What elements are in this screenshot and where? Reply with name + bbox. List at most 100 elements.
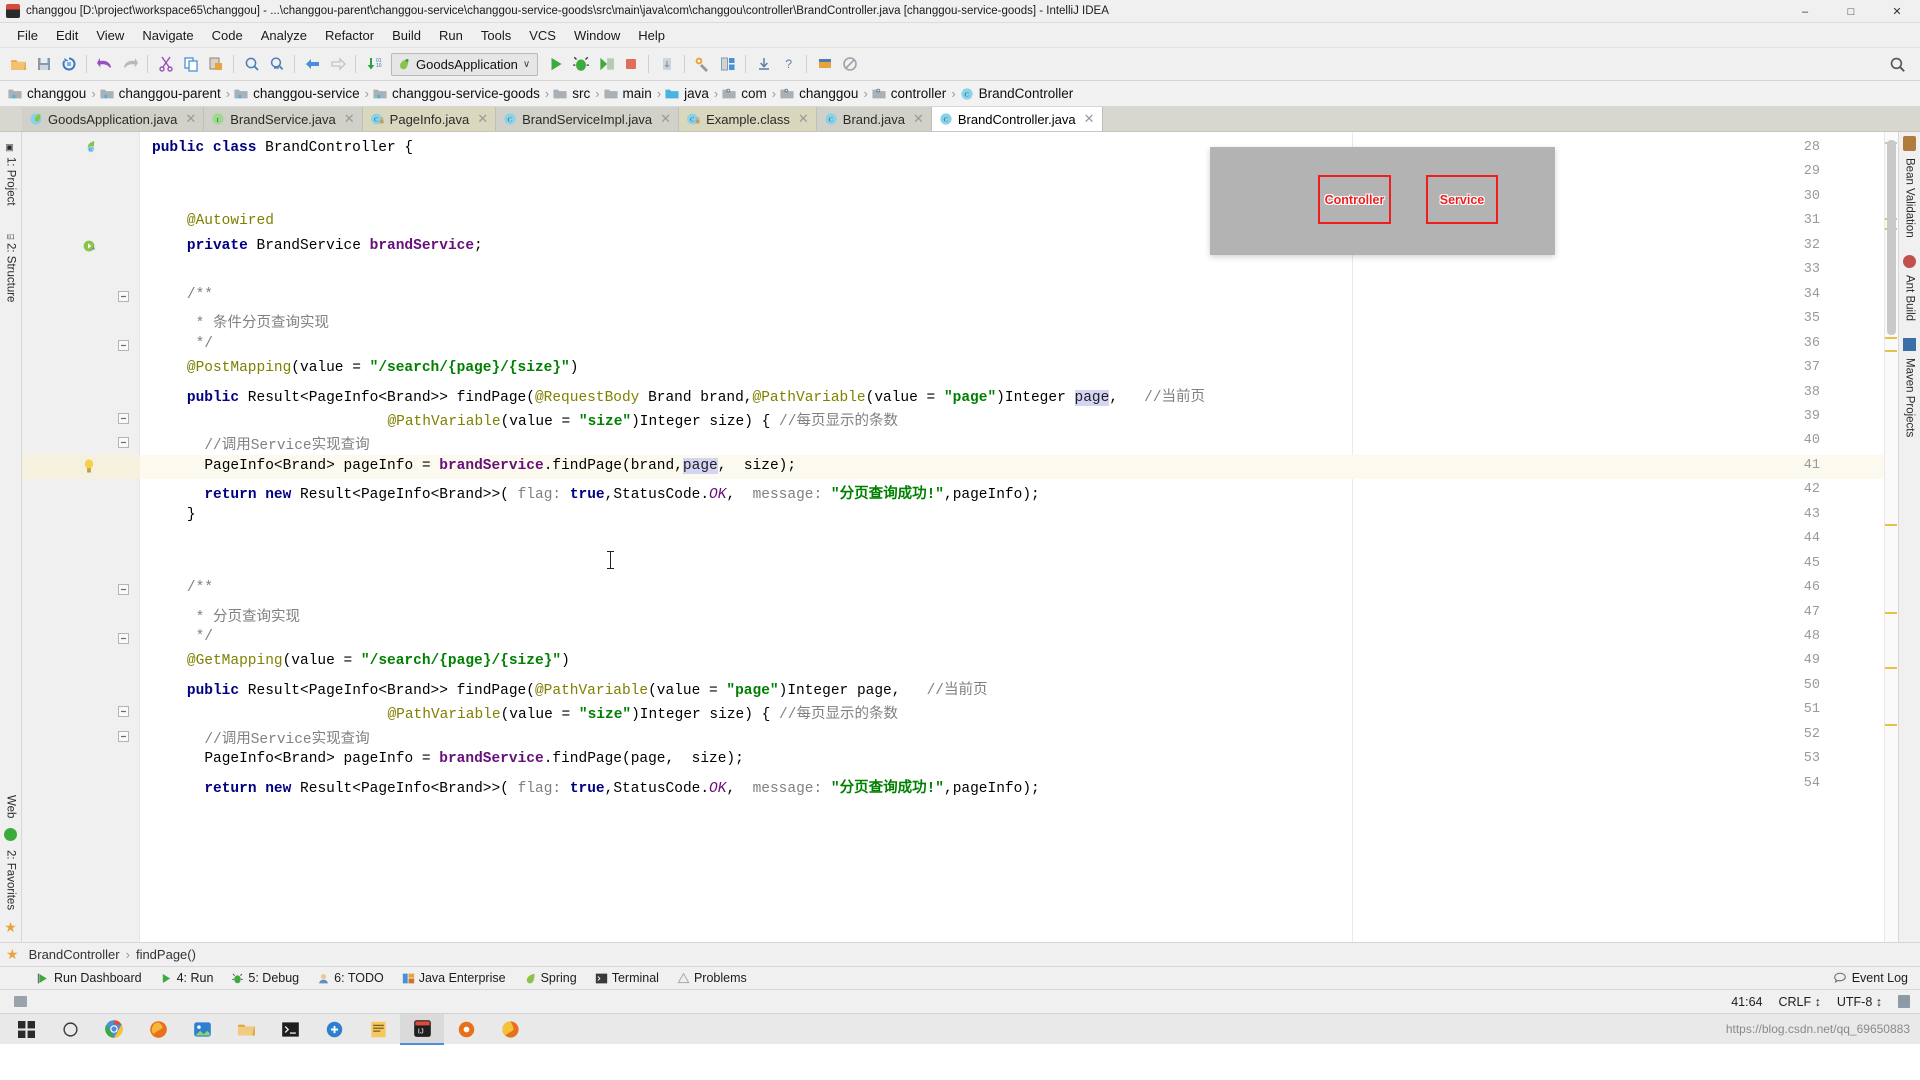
idea-icon[interactable]: IJ (400, 1013, 444, 1045)
nav-method[interactable]: findPage() (136, 947, 196, 962)
breadcrumb-item-main[interactable]: main (603, 86, 657, 101)
code-line[interactable]: return new Result<PageInfo<Brand>>( flag… (204, 776, 1039, 797)
back-icon[interactable] (300, 52, 325, 77)
close-icon[interactable]: ✕ (185, 111, 196, 127)
code-fold-toggle[interactable] (118, 339, 129, 351)
menu-item-view[interactable]: View (87, 25, 133, 46)
editor-tab-brandcontroller-java[interactable]: C BrandController.java ✕ (931, 107, 1103, 131)
toolwindow-button-java-enterprise[interactable]: Java Enterprise (393, 971, 515, 985)
terminal-icon[interactable] (268, 1014, 312, 1045)
code-line[interactable]: public Result<PageInfo<Brand>> findPage(… (187, 678, 988, 699)
editor-tab-brandserviceimpl-java[interactable]: C BrandServiceImpl.java ✕ (496, 107, 680, 131)
code-line[interactable]: */ (196, 336, 213, 352)
lock-icon[interactable] (14, 996, 27, 1007)
code-line[interactable]: * 分页查询实现 (196, 605, 300, 626)
code-line[interactable]: return new Result<PageInfo<Brand>>( flag… (204, 482, 1039, 503)
search-icon[interactable] (1885, 52, 1910, 77)
close-icon[interactable]: ✕ (477, 111, 488, 127)
toolwindow-button-terminal[interactable]: Terminal (586, 971, 668, 985)
code-line[interactable]: /** (187, 287, 213, 303)
breadcrumb-item-changgou[interactable]: changgou (780, 86, 863, 101)
editor-vertical-scrollbar[interactable] (1887, 140, 1896, 335)
load-icon[interactable] (812, 52, 837, 77)
firefox-dev-icon[interactable] (136, 1014, 180, 1045)
run-icon[interactable] (543, 52, 568, 77)
close-icon[interactable]: ✕ (913, 111, 924, 127)
download-icon[interactable] (751, 52, 776, 77)
settings-icon[interactable] (690, 52, 715, 77)
sidebar-item-structure[interactable]: ⌸ 2: Structure (5, 229, 17, 308)
code-line[interactable]: PageInfo<Brand> pageInfo = brandService.… (204, 751, 744, 767)
debug-icon[interactable] (568, 52, 593, 77)
forward-icon[interactable] (325, 52, 350, 77)
menu-item-refactor[interactable]: Refactor (316, 25, 383, 46)
menu-item-code[interactable]: Code (203, 25, 252, 46)
stop-icon[interactable] (618, 52, 643, 77)
code-line[interactable]: @GetMapping(value = "/search/{page}/{siz… (187, 653, 570, 669)
breadcrumb-item-brandcontroller[interactable]: C BrandController (960, 86, 1079, 101)
breadcrumb-item-changgou-service-goods[interactable]: changgou-service-goods (373, 86, 545, 101)
find-icon[interactable] (239, 52, 264, 77)
code-line[interactable]: */ (196, 629, 213, 645)
close-icon[interactable]: ✕ (798, 111, 809, 127)
menu-item-build[interactable]: Build (383, 25, 430, 46)
menu-item-run[interactable]: Run (430, 25, 472, 46)
sync-icon[interactable] (56, 52, 81, 77)
editor-tab-brandservice-java[interactable]: I BrandService.java ✕ (204, 107, 363, 131)
no-entry-icon[interactable] (837, 52, 862, 77)
cut-icon[interactable] (153, 52, 178, 77)
help-icon[interactable]: ? (776, 52, 801, 77)
update-app-icon[interactable] (654, 52, 679, 77)
maximize-button[interactable]: □ (1828, 0, 1874, 23)
sidebar-item-bean-validation[interactable]: Bean Validation (1904, 153, 1916, 243)
sidebar-item-maven-projects[interactable]: Maven Projects (1904, 353, 1916, 442)
menu-item-tools[interactable]: Tools (472, 25, 520, 46)
toolwindow-button-run-dashboard[interactable]: Run Dashboard (28, 971, 151, 985)
sidebar-item-favorites[interactable]: 2: Favorites (5, 845, 17, 915)
menu-item-help[interactable]: Help (629, 25, 674, 46)
code-editor[interactable]: 28 Cpublic class BrandController {29 30 31 @… (22, 132, 1898, 942)
sidebar-item-ant-build[interactable]: Ant Build (1904, 270, 1916, 326)
save-all-icon[interactable] (31, 52, 56, 77)
toolwindow-button-4--run[interactable]: 4: Run (151, 971, 223, 985)
close-button[interactable]: ✕ (1874, 0, 1920, 23)
editor-tab-goodsapplication-java[interactable]: GoodsApplication.java ✕ (22, 107, 205, 131)
run-with-coverage-icon[interactable] (593, 52, 618, 77)
menu-item-edit[interactable]: Edit (47, 25, 87, 46)
code-line[interactable]: * 条件分页查询实现 (196, 311, 329, 332)
replace-icon[interactable] (264, 52, 289, 77)
explorer-icon[interactable] (224, 1014, 268, 1045)
editor-tab-pageinfo-java[interactable]: C PageInfo.java ✕ (362, 107, 497, 131)
breadcrumb-item-changgou-service[interactable]: changgou-service (234, 86, 365, 101)
close-icon[interactable]: ✕ (344, 111, 355, 127)
menu-item-navigate[interactable]: Navigate (133, 25, 202, 46)
cortana-search-icon[interactable] (48, 1014, 92, 1045)
sidebar-item-project[interactable]: ▣ 1: Project (5, 138, 17, 211)
code-line[interactable]: /** (187, 580, 213, 596)
implemented-icon[interactable] (82, 238, 98, 257)
project-structure-icon[interactable] (715, 52, 740, 77)
code-line[interactable]: @Autowired (187, 213, 274, 229)
code-line[interactable]: @PathVariable(value = "size")Integer siz… (387, 409, 898, 430)
undo-icon[interactable] (92, 52, 117, 77)
event-log-entry[interactable]: Event Log (1833, 971, 1908, 985)
xmind-icon[interactable] (444, 1014, 488, 1045)
minimize-button[interactable]: – (1782, 0, 1828, 23)
breadcrumb-item-controller[interactable]: controller (872, 86, 952, 101)
windows-start-icon[interactable] (4, 1014, 48, 1045)
editor-gutter[interactable] (22, 132, 140, 942)
browser-icon[interactable] (488, 1014, 532, 1045)
notepad-icon[interactable] (356, 1014, 400, 1045)
class-marker-icon[interactable]: C (82, 140, 97, 158)
breadcrumb-item-changgou[interactable]: changgou (8, 86, 91, 101)
chrome-icon[interactable] (92, 1014, 136, 1045)
menu-item-file[interactable]: File (8, 25, 47, 46)
nav-class[interactable]: BrandController (29, 947, 120, 962)
sidebar-item-web[interactable]: Web (5, 790, 17, 823)
menu-item-vcs[interactable]: VCS (520, 25, 565, 46)
close-icon[interactable]: ✕ (660, 111, 671, 127)
tool-icon[interactable] (312, 1014, 356, 1045)
code-fold-toggle[interactable] (118, 412, 129, 424)
lock-icon[interactable] (1898, 995, 1910, 1008)
code-fold-toggle[interactable] (118, 632, 129, 644)
